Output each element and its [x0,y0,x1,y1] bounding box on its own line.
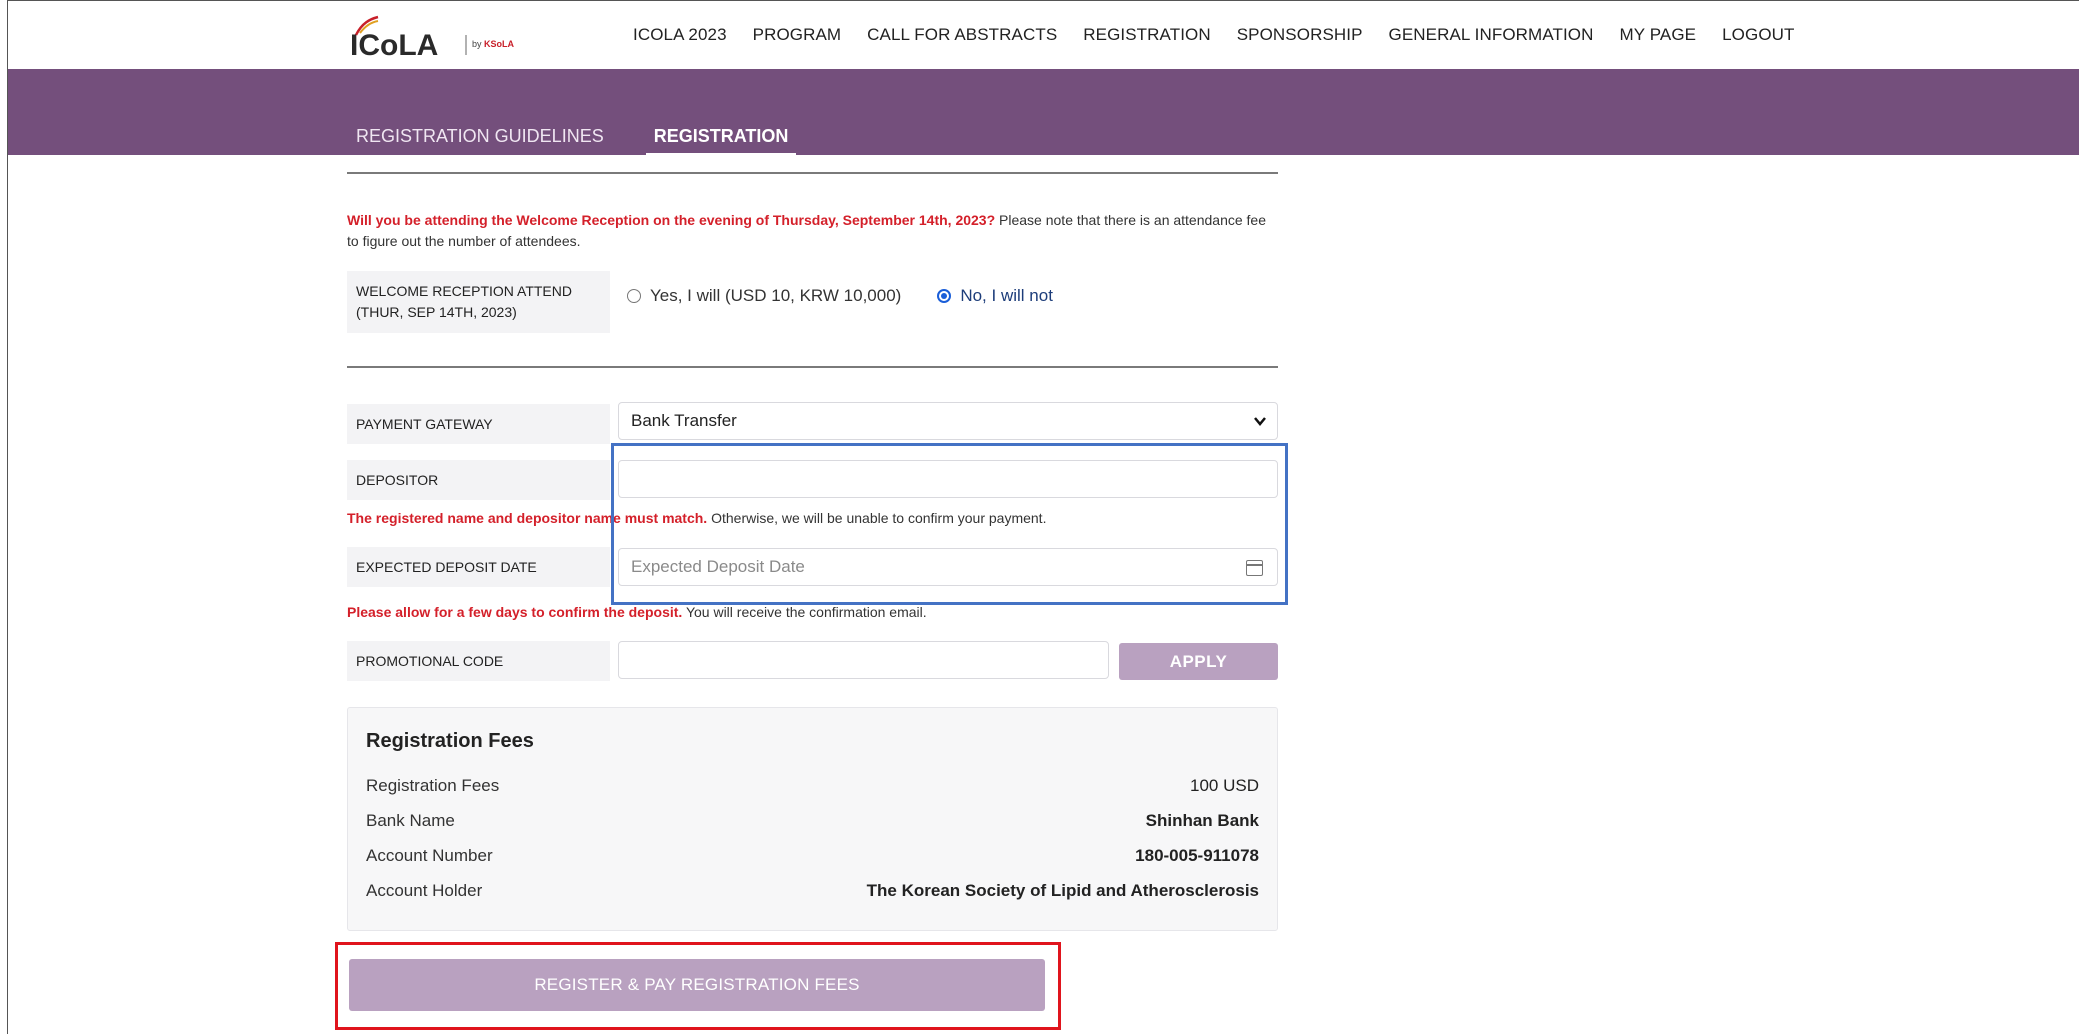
depositor-notice: The registered name and depositor name m… [347,508,1278,529]
fee-row-label: Account Holder [366,881,483,900]
depositor-notice-text: Otherwise, we will be unable to confirm … [707,510,1047,526]
nav-registration[interactable]: REGISTRATION [1083,25,1210,45]
fee-row-value: The Korean Society of Lipid and Atherosc… [866,881,1259,900]
nav-icola-2023[interactable]: ICOLA 2023 [633,25,727,45]
sub-tabs: REGISTRATION GUIDELINES REGISTRATION [348,126,830,156]
payment-gateway-label: PAYMENT GATEWAY [347,404,610,444]
tab-registration[interactable]: REGISTRATION [645,126,797,156]
tab-registration-guidelines[interactable]: REGISTRATION GUIDELINES [348,126,612,156]
apply-button[interactable]: APPLY [1119,643,1278,680]
site-header: ICoLA by KSoLA ICOLA 2023 PROGRAM CALL F… [8,1,2079,69]
nav-call-for-abstracts[interactable]: CALL FOR ABSTRACTS [867,25,1057,45]
deposit-date-input[interactable]: Expected Deposit Date [618,548,1278,586]
icola-logo[interactable]: ICoLA by KSoLA [348,13,528,61]
deposit-date-label: EXPECTED DEPOSIT DATE [347,547,610,587]
nav-general-information[interactable]: GENERAL INFORMATION [1389,25,1594,45]
reception-option-no-label: No, I will not [960,286,1053,305]
chevron-down-icon [1254,417,1266,426]
promo-code-label: PROMOTIONAL CODE [347,641,610,681]
svg-text:by KSoLA: by KSoLA [472,39,515,49]
window-left-border [7,0,8,1034]
fee-row: Registration Fees 100 USD [366,776,1259,796]
promo-code-label-text: PROMOTIONAL CODE [356,652,504,669]
nav-program[interactable]: PROGRAM [753,25,842,45]
radio-no[interactable] [937,289,952,303]
calendar-icon[interactable] [1246,560,1263,576]
fees-title: Registration Fees [366,730,534,752]
section-divider-2 [347,366,1278,368]
nav-my-page[interactable]: MY PAGE [1620,25,1697,45]
radio-yes[interactable] [627,289,641,303]
fee-row-label: Registration Fees [366,776,500,795]
deposit-date-notice: Please allow for a few days to confirm t… [347,602,1278,623]
page-banner [8,69,2079,155]
fee-row-label: Account Number [366,846,493,865]
section-divider [347,172,1278,174]
fee-row-label: Bank Name [366,811,455,830]
reception-radio-group: Yes, I will (USD 10, KRW 10,000) No, I w… [627,286,1089,306]
fee-row-value: 100 USD [1190,776,1259,795]
payment-gateway-label-text: PAYMENT GATEWAY [356,415,493,432]
reception-notice-highlight: Will you be attending the Welcome Recept… [347,212,996,228]
nav-logout[interactable]: LOGOUT [1722,25,1794,45]
promo-code-input[interactable] [618,641,1109,679]
deposit-date-notice-highlight: Please allow for a few days to confirm t… [347,604,683,620]
reception-option-yes-label: Yes, I will (USD 10, KRW 10,000) [650,286,902,305]
deposit-date-label-text: EXPECTED DEPOSIT DATE [356,558,537,575]
reception-option-no[interactable]: No, I will not [937,286,1053,306]
fee-row: Account Holder The Korean Society of Lip… [366,881,1259,901]
deposit-date-notice-text: You will receive the confirmation email. [682,604,927,620]
depositor-notice-highlight: The registered name and depositor name m… [347,510,708,526]
svg-text:ICoLA: ICoLA [350,29,438,61]
reception-option-yes[interactable]: Yes, I will (USD 10, KRW 10,000) [627,286,901,306]
depositor-label: DEPOSITOR [347,460,610,500]
fee-row-value: Shinhan Bank [1145,811,1259,830]
register-pay-button[interactable]: REGISTER & PAY REGISTRATION FEES [349,959,1045,1011]
fee-row: Bank Name Shinhan Bank [366,811,1259,831]
nav-sponsorship[interactable]: SPONSORSHIP [1237,25,1363,45]
reception-notice: Will you be attending the Welcome Recept… [347,210,1278,252]
reception-label-line1: WELCOME RECEPTION ATTEND [356,283,572,299]
depositor-label-text: DEPOSITOR [356,471,439,488]
reception-label: WELCOME RECEPTION ATTEND (THUR, SEP 14TH… [347,271,610,333]
main-nav: ICOLA 2023 PROGRAM CALL FOR ABSTRACTS RE… [633,25,1821,45]
deposit-date-placeholder: Expected Deposit Date [631,557,805,576]
registration-fees-panel: Registration Fees Registration Fees 100 … [347,707,1278,931]
payment-gateway-select[interactable]: Bank Transfer [618,402,1278,440]
fee-row: Account Number 180-005-911078 [366,846,1259,866]
fee-row-value: 180-005-911078 [1135,846,1259,865]
depositor-input[interactable] [618,460,1278,498]
reception-label-line2: (THUR, SEP 14TH, 2023) [356,304,517,320]
payment-gateway-value: Bank Transfer [631,411,737,430]
